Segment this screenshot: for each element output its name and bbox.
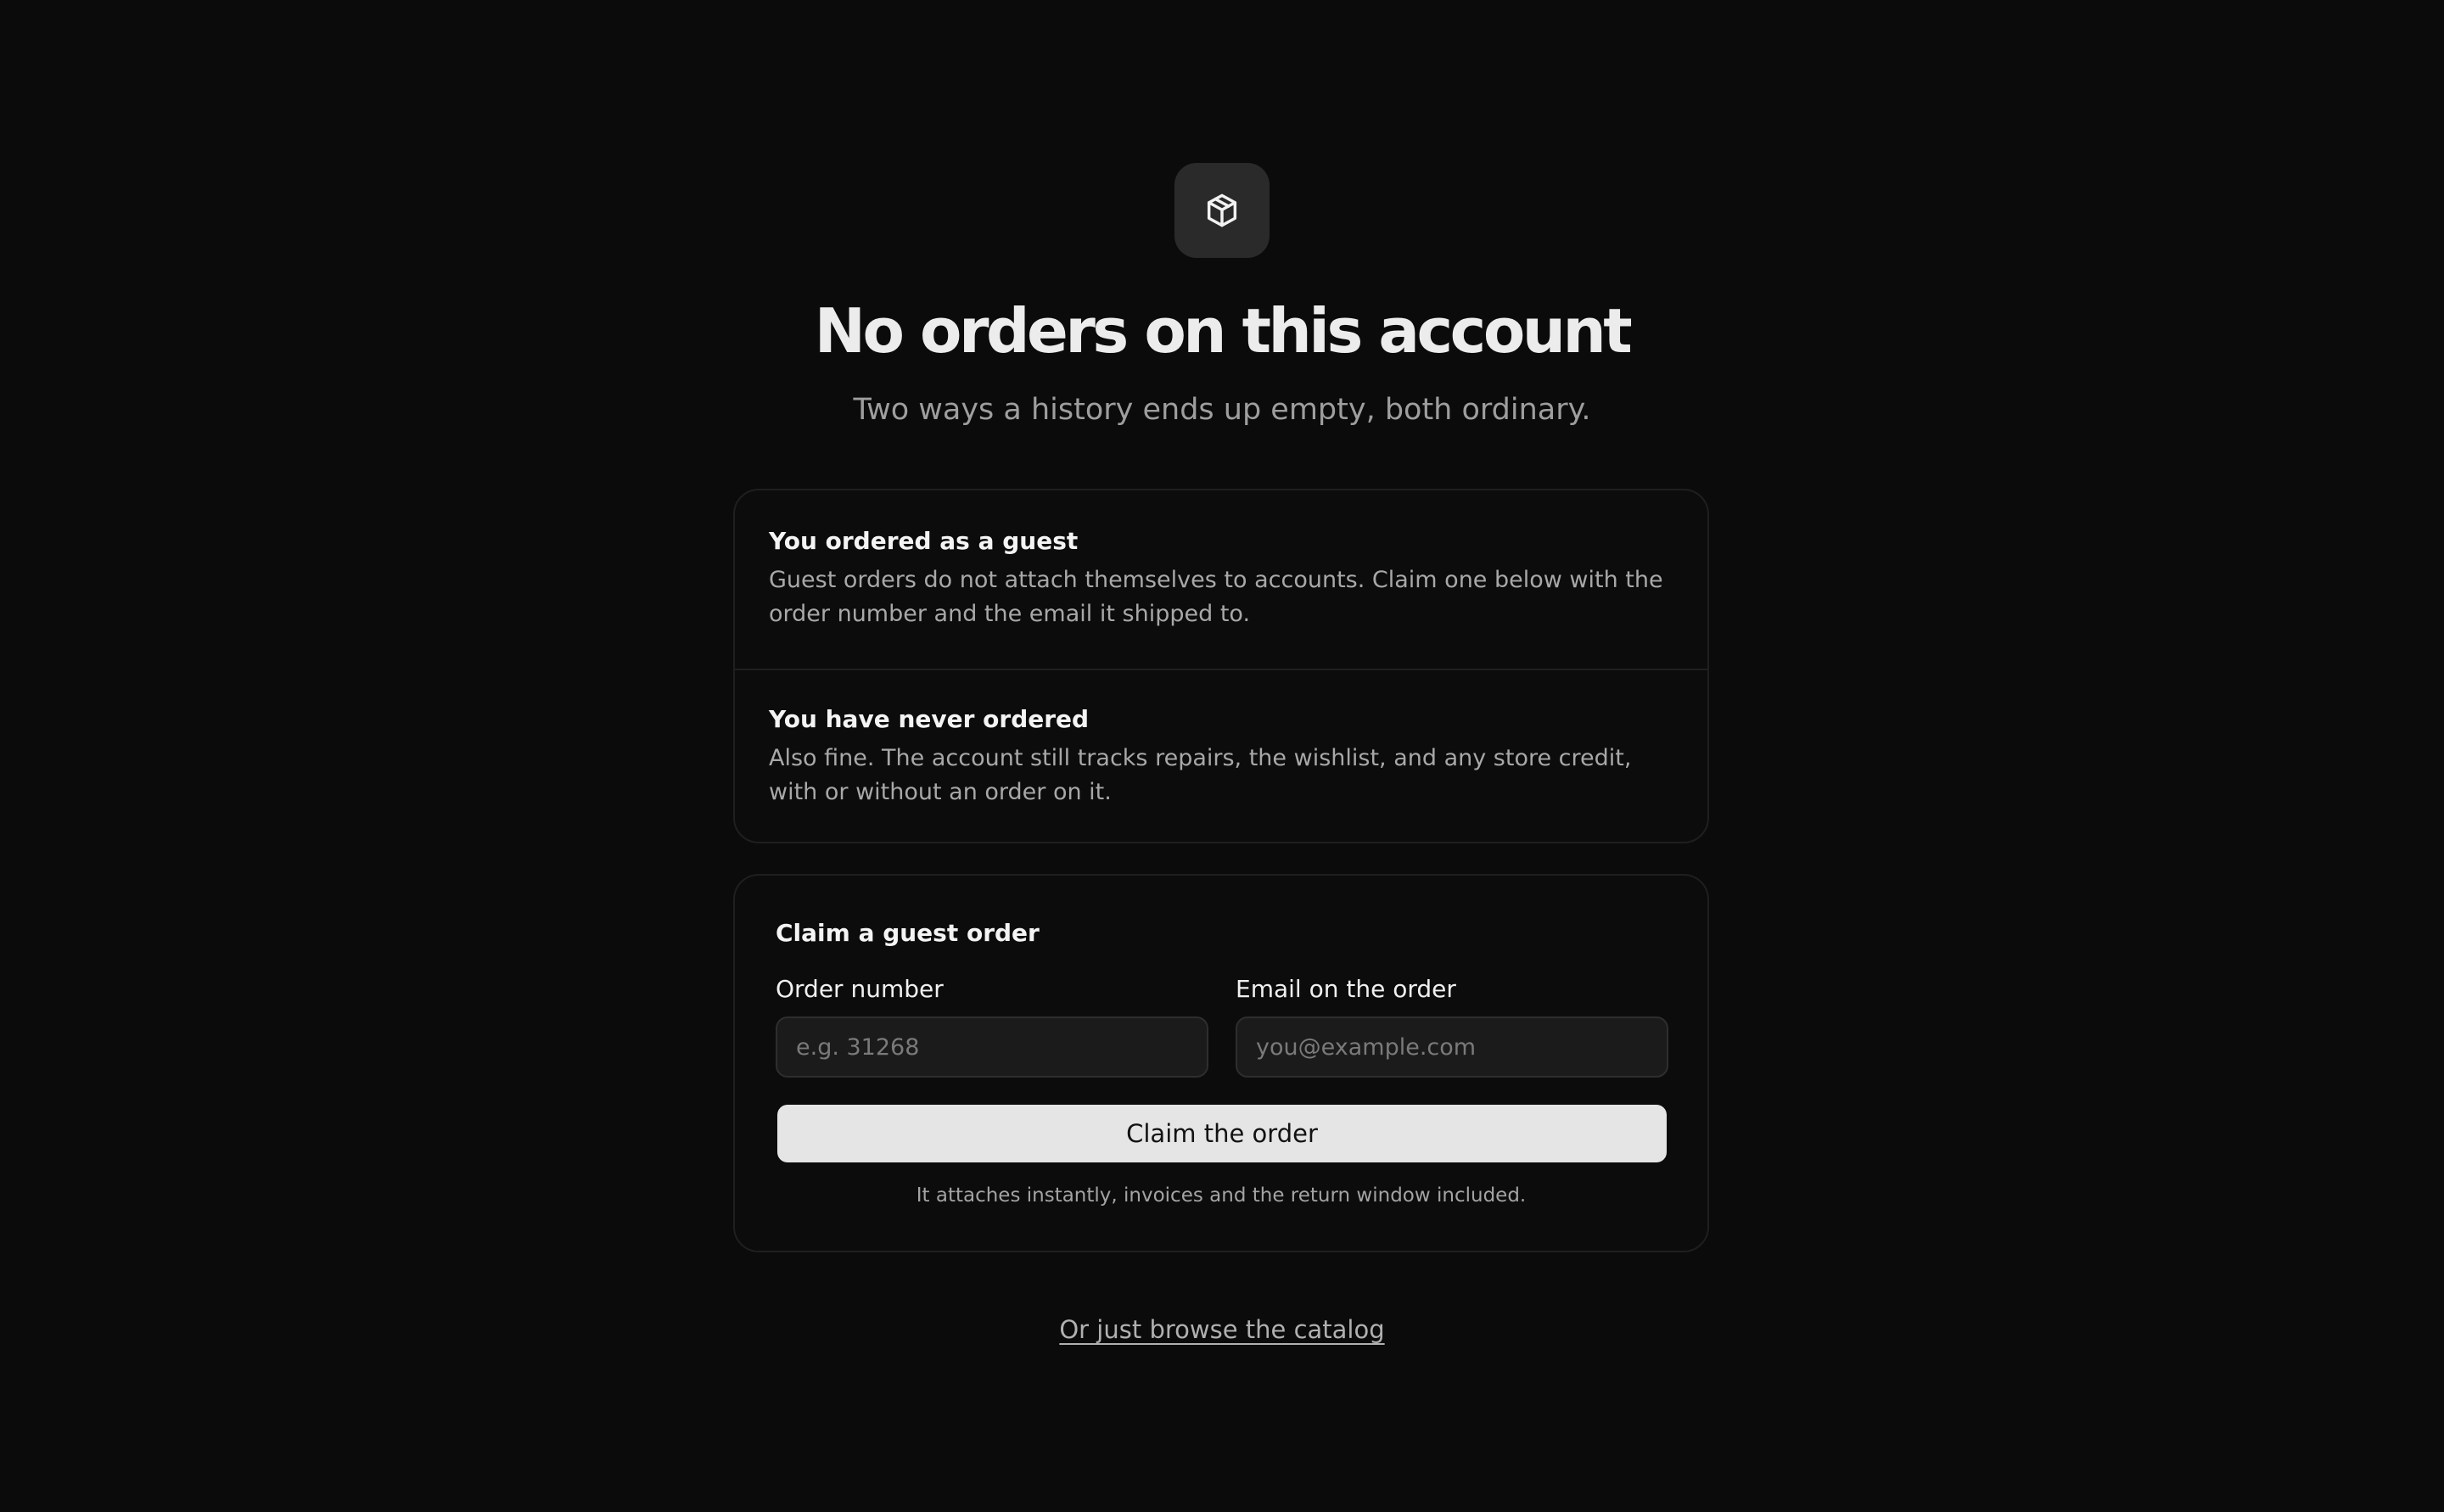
reason-guest-order: You ordered as a guest Guest orders do n…: [735, 524, 1707, 631]
reasons-card: You ordered as a guest Guest orders do n…: [733, 489, 1709, 843]
claim-guest-order-form: Claim a guest order Order number Email o…: [733, 874, 1709, 1252]
email-field-group: Email on the order: [1236, 972, 1668, 1078]
email-label: Email on the order: [1236, 975, 1456, 1003]
package-box-icon: [1174, 163, 1270, 258]
page-subtitle: Two ways a history ends up empty, both o…: [853, 393, 1591, 427]
order-number-field-group: Order number: [776, 972, 1208, 1078]
order-number-input[interactable]: [776, 1016, 1208, 1078]
reason-body: Guest orders do not attach themselves to…: [769, 567, 1663, 627]
reason-never-ordered: You have never ordered Also fine. The ac…: [735, 703, 1707, 809]
browse-catalog-link[interactable]: Or just browse the catalog: [1059, 1315, 1384, 1344]
claim-form-title: Claim a guest order: [776, 919, 1040, 947]
reason-body: Also fine. The account still tracks repa…: [769, 745, 1632, 805]
claim-order-button[interactable]: Claim the order: [777, 1105, 1667, 1162]
divider: [735, 669, 1707, 670]
order-number-label: Order number: [776, 975, 944, 1003]
claim-note: It attaches instantly, invoices and the …: [916, 1184, 1527, 1207]
cube-icon: [1207, 193, 1237, 227]
page-title: No orders on this account: [814, 295, 1633, 367]
reason-title: You have never ordered: [769, 705, 1090, 733]
reason-title: You ordered as a guest: [769, 527, 1079, 555]
browse-catalog-container: Or just browse the catalog: [0, 1312, 2444, 1347]
email-input[interactable]: [1236, 1016, 1668, 1078]
